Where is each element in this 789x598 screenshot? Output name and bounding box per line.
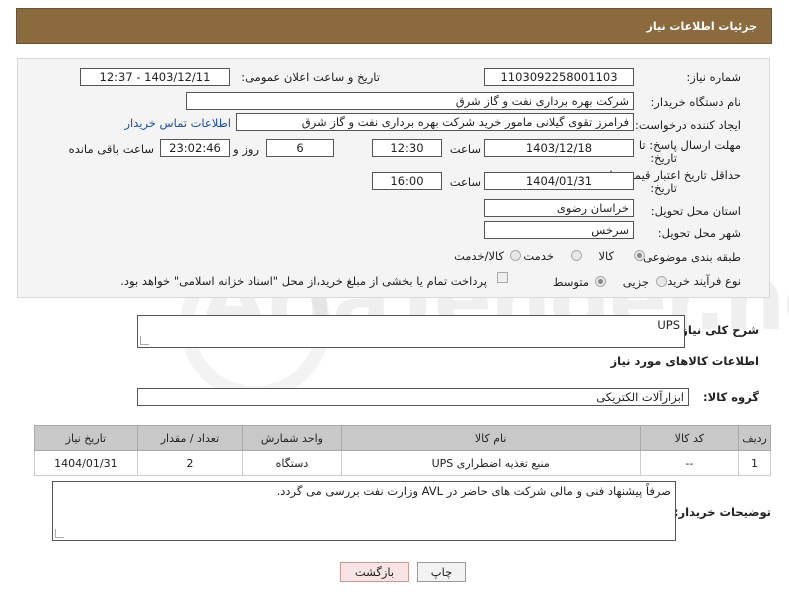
purchase-type-label: نوع فرآیند خرید : bbox=[659, 274, 741, 288]
buyer-notes-label: توضیحات خریدار: bbox=[673, 505, 771, 519]
goods-group-field: ابزارآلات الکتریکی bbox=[137, 388, 689, 406]
requester-label: ایجاد کننده درخواست: bbox=[635, 118, 741, 132]
announce-datetime-field: 1403/12/11 - 12:37 bbox=[80, 68, 230, 86]
need-number-field: 1103092258001103 bbox=[484, 68, 634, 86]
purchase-option-minor: جزیی bbox=[622, 275, 649, 289]
deadline-label-2: تاریخ: bbox=[650, 151, 677, 165]
items-table: ردیف کد کالا نام کالا واحد شمارش تعداد /… bbox=[34, 425, 771, 476]
print-button[interactable]: چاپ bbox=[417, 562, 466, 582]
city-label: شهر محل تحویل: bbox=[657, 226, 741, 240]
province-label: استان محل تحویل: bbox=[650, 204, 741, 218]
category-option-service: خدمت bbox=[523, 249, 554, 263]
general-desc-field: UPS bbox=[137, 315, 685, 348]
col-need-date: تاریخ نیاز bbox=[34, 425, 138, 451]
page-header: جزئیات اطلاعات نیاز bbox=[16, 8, 772, 44]
category-option-goods: کالا bbox=[598, 249, 614, 263]
requester-field: فرامرز تقوی گیلانی مامور خرید شرکت بهره … bbox=[236, 113, 634, 131]
items-table-header-row: ردیف کد کالا نام کالا واحد شمارش تعداد /… bbox=[34, 425, 771, 451]
cell-need-date: 1404/01/31 bbox=[34, 450, 138, 476]
purchase-option-medium: متوسط bbox=[552, 275, 589, 289]
page-title: جزئیات اطلاعات نیاز bbox=[646, 20, 758, 33]
validity-time-field: 16:00 bbox=[372, 172, 442, 190]
treasury-payment-note: پرداخت تمام یا بخشی از مبلغ خرید،از محل … bbox=[120, 274, 487, 288]
category-label: طبقه بندی موضوعی: bbox=[639, 250, 741, 264]
table-row: 1 -- منبع تغذیه اضطراری UPS دستگاه 2 140… bbox=[34, 450, 771, 476]
category-radio-goods-service[interactable] bbox=[510, 250, 521, 261]
buyer-org-label: نام دستگاه خریدار: bbox=[650, 95, 741, 109]
col-row-number: ردیف bbox=[738, 425, 771, 451]
purchase-radio-minor[interactable] bbox=[656, 276, 667, 287]
resize-grip-icon[interactable] bbox=[140, 336, 149, 345]
validity-date-field: 1404/01/31 bbox=[484, 172, 634, 190]
price-validity-label-2: تاریخ: bbox=[650, 181, 677, 195]
province-field: خراسان رضوی bbox=[484, 199, 634, 217]
buyer-contact-link[interactable]: اطلاعات تماس خریدار bbox=[124, 116, 231, 130]
deadline-date-field: 1403/12/18 bbox=[484, 139, 634, 157]
col-quantity: تعداد / مقدار bbox=[136, 425, 244, 451]
col-unit: واحد شمارش bbox=[242, 425, 342, 451]
items-info-heading: اطلاعات کالاهای مورد نیاز bbox=[610, 354, 759, 368]
announce-datetime-label: تاریخ و ساعت اعلان عمومی: bbox=[241, 70, 380, 84]
deadline-time-label: ساعت bbox=[449, 142, 481, 156]
category-radio-goods[interactable] bbox=[634, 250, 645, 261]
general-desc-label: شرح کلی نیاز: bbox=[676, 323, 759, 337]
cell-row-number: 1 bbox=[738, 450, 771, 476]
cell-quantity: 2 bbox=[136, 450, 244, 476]
treasury-payment-checkbox[interactable] bbox=[497, 272, 508, 283]
days-and-label: روز و bbox=[233, 142, 259, 156]
col-goods-name: نام کالا bbox=[340, 425, 641, 451]
goods-group-label: گروه کالا: bbox=[703, 390, 759, 404]
hours-left-label: ساعت باقی مانده bbox=[68, 142, 154, 156]
city-field: سرخس bbox=[484, 221, 634, 239]
buyer-notes-text: صرفاً پیشنهاد فنی و مالی شرکت های حاضر د… bbox=[276, 484, 671, 498]
category-option-goods-service: کالا/خدمت bbox=[453, 249, 504, 263]
deadline-time-field: 12:30 bbox=[372, 139, 442, 157]
days-field: 6 bbox=[266, 139, 334, 157]
buyer-notes-field: صرفاً پیشنهاد فنی و مالی شرکت های حاضر د… bbox=[52, 481, 676, 541]
purchase-radio-medium[interactable] bbox=[595, 276, 606, 287]
buyer-org-field: شرکت بهره برداری نفت و گاز شرق bbox=[186, 92, 634, 110]
cell-unit: دستگاه bbox=[242, 450, 342, 476]
col-goods-code: کد کالا bbox=[639, 425, 740, 451]
deadline-label: مهلت ارسال پاسخ: تا bbox=[638, 138, 741, 152]
back-button[interactable]: بازگشت bbox=[340, 562, 409, 582]
need-number-label: شماره نیاز: bbox=[686, 70, 741, 84]
category-radio-service[interactable] bbox=[571, 250, 582, 261]
general-desc-text: UPS bbox=[657, 318, 680, 332]
cell-goods-code: -- bbox=[639, 450, 740, 476]
remaining-time-field: 23:02:46 bbox=[160, 139, 230, 157]
resize-grip-icon[interactable] bbox=[55, 529, 64, 538]
cell-goods-name: منبع تغذیه اضطراری UPS bbox=[340, 450, 641, 476]
validity-time-label: ساعت bbox=[449, 175, 481, 189]
